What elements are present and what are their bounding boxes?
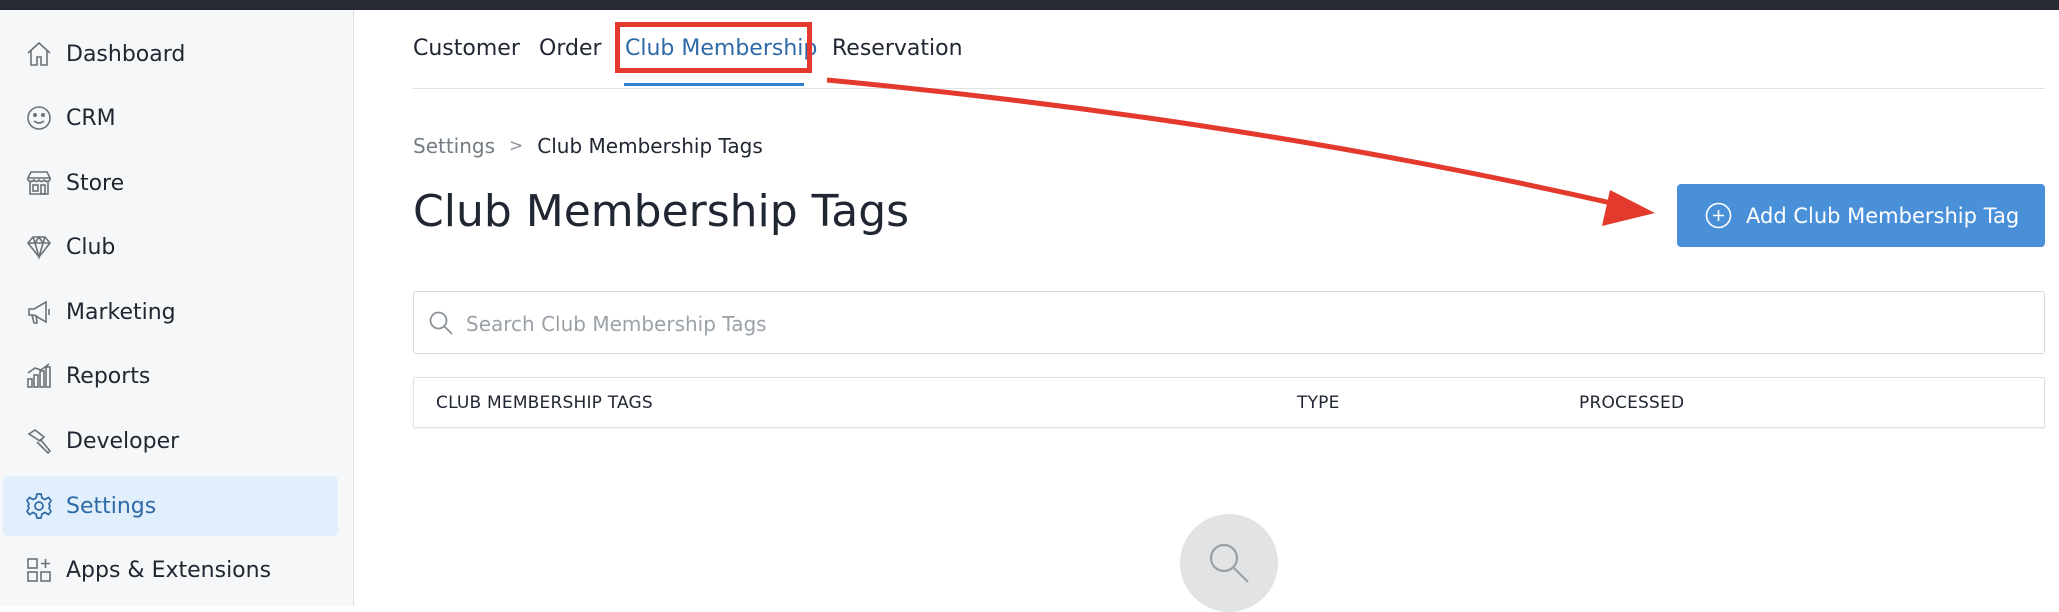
search-icon	[1209, 543, 1249, 583]
sidebar-item-label: Store	[66, 170, 125, 196]
sidebar-item-apps-extensions[interactable]: Apps & Extensions	[3, 540, 338, 600]
tab-customer[interactable]: Customer	[413, 36, 520, 61]
add-club-membership-tag-button[interactable]: Add Club Membership Tag	[1677, 184, 2045, 247]
diamond-icon	[24, 232, 54, 262]
column-header-processed[interactable]: PROCESSED	[1579, 393, 1684, 413]
sidebar-item-developer[interactable]: Developer	[3, 411, 338, 471]
hammer-icon	[24, 426, 54, 456]
breadcrumb-separator: >	[509, 136, 524, 156]
sidebar-item-reports[interactable]: Reports	[3, 346, 338, 406]
sidebar-item-store[interactable]: Store	[3, 153, 338, 213]
sidebar-item-label: Reports	[66, 363, 151, 389]
breadcrumb: Settings > Club Membership Tags	[413, 134, 763, 158]
tab-reservation[interactable]: Reservation	[832, 36, 963, 61]
sidebar: Dashboard CRM Store Club Marketing Repor…	[0, 10, 354, 606]
bar-chart-icon	[24, 361, 54, 391]
column-header-type[interactable]: TYPE	[1297, 393, 1340, 413]
sidebar-item-club[interactable]: Club	[3, 217, 338, 277]
sidebar-item-dashboard[interactable]: Dashboard	[3, 24, 338, 84]
search-input[interactable]	[464, 292, 2028, 355]
sidebar-item-label: Developer	[66, 428, 180, 454]
tab-order[interactable]: Order	[539, 36, 602, 61]
gear-icon	[24, 491, 54, 521]
sidebar-item-label: Club	[66, 234, 116, 260]
sidebar-item-label: Dashboard	[66, 41, 186, 67]
tab-club-membership[interactable]: Club Membership	[625, 36, 817, 61]
megaphone-icon	[24, 297, 54, 327]
home-icon	[24, 39, 54, 69]
sidebar-item-crm[interactable]: CRM	[3, 88, 338, 148]
search-icon	[429, 311, 453, 335]
apps-icon	[24, 555, 54, 585]
breadcrumb-current: Club Membership Tags	[537, 134, 763, 158]
breadcrumb-settings-link[interactable]: Settings	[413, 134, 495, 158]
column-header-club-membership-tags[interactable]: CLUB MEMBERSHIP TAGS	[436, 393, 653, 413]
top-bar	[0, 0, 2059, 10]
page-title: Club Membership Tags	[413, 186, 910, 237]
tab-bar: Customer Order Club Membership Reservati…	[413, 10, 2045, 89]
sidebar-item-label: Settings	[66, 493, 157, 519]
smiley-icon	[24, 103, 54, 133]
sidebar-item-marketing[interactable]: Marketing	[3, 282, 338, 342]
sidebar-item-settings[interactable]: Settings	[3, 476, 338, 536]
add-button-label: Add Club Membership Tag	[1746, 203, 2020, 228]
active-tab-indicator	[624, 83, 804, 86]
store-icon	[24, 168, 54, 198]
plus-circle-icon	[1705, 202, 1732, 229]
sidebar-item-label: CRM	[66, 105, 116, 131]
table-header: CLUB MEMBERSHIP TAGS TYPE PROCESSED	[413, 377, 2045, 428]
search-box	[413, 291, 2045, 355]
sidebar-item-label: Apps & Extensions	[66, 557, 272, 583]
sidebar-item-label: Marketing	[66, 299, 176, 325]
empty-state-illustration	[1180, 514, 1278, 612]
